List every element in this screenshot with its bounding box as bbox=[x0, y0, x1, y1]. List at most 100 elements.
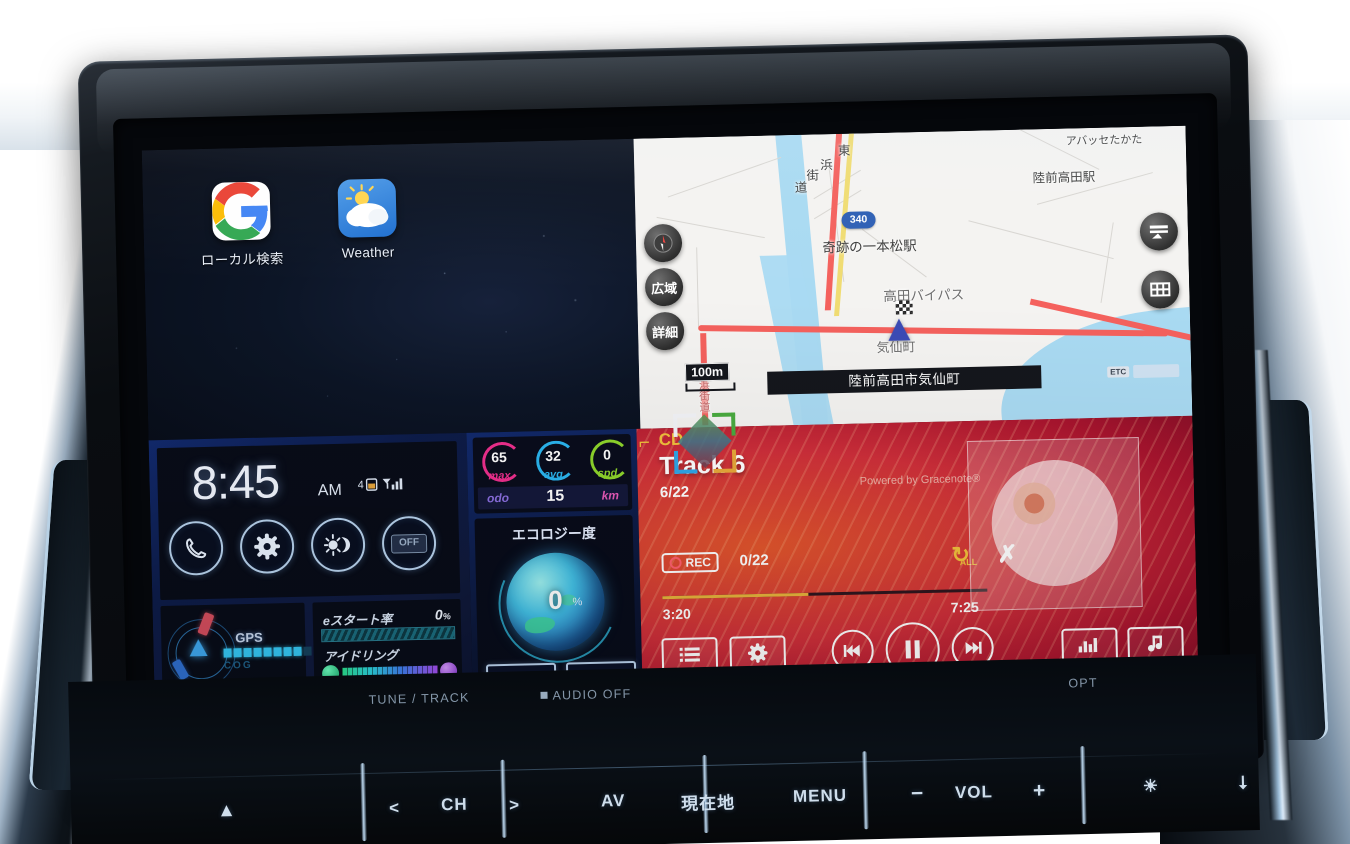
eco-start-unit: % bbox=[442, 611, 451, 622]
status-icons: 4 bbox=[357, 475, 403, 492]
audio-off-label[interactable]: AUDIO OFF bbox=[540, 687, 632, 703]
eco-start-value: 0% bbox=[435, 606, 451, 622]
ecology-value: 0 bbox=[547, 584, 564, 615]
map-canvas[interactable]: 340 アバッセたかた 陸前高田駅 東 浜 街 道 奇跡の一本松駅 高田バイパス… bbox=[633, 125, 1193, 429]
clock-meridiem: AM bbox=[317, 481, 342, 500]
gear-icon bbox=[747, 643, 768, 663]
phone-button[interactable] bbox=[168, 520, 224, 576]
brightness-button[interactable]: ☀ bbox=[1143, 776, 1160, 796]
eject-button[interactable]: ▲ bbox=[217, 800, 237, 822]
route-number-badge: 340 bbox=[841, 211, 876, 229]
settings-button[interactable] bbox=[239, 518, 295, 575]
pause-icon bbox=[905, 640, 920, 659]
map-zoom-out-button[interactable]: 広域 bbox=[644, 267, 684, 307]
display-off-button[interactable]: OFF bbox=[381, 515, 437, 571]
map-label: 浜 bbox=[820, 158, 833, 173]
status-panel: 8:45 AM 4 OFF GPS COG eスタート率 0% アイドリング bbox=[148, 432, 473, 711]
disc-source-icon: ⌐ bbox=[638, 432, 651, 454]
av-button[interactable]: AV bbox=[601, 791, 626, 812]
next-icon bbox=[965, 641, 982, 655]
channel-next-button[interactable]: > bbox=[509, 795, 520, 815]
clock-card: 8:45 AM 4 OFF bbox=[156, 441, 461, 601]
gps-bar bbox=[273, 647, 282, 657]
map-zoom-in-button[interactable]: 詳細 bbox=[645, 311, 685, 351]
compass-icon[interactable] bbox=[643, 223, 683, 263]
channel-prev-button[interactable]: < bbox=[389, 798, 400, 818]
app-launcher-panel[interactable]: ローカル検索 Weather bbox=[141, 138, 641, 441]
gps-label: GPS bbox=[235, 629, 263, 646]
tune-track-label: TUNE / TRACK bbox=[368, 690, 470, 707]
weather-icon bbox=[337, 178, 397, 238]
gauge-avg: 32 avg bbox=[529, 438, 578, 485]
prev-icon bbox=[843, 644, 860, 657]
gps-bar bbox=[263, 647, 272, 657]
vehicle-position-marker bbox=[887, 318, 911, 341]
map-label: アバッセたかた bbox=[1065, 133, 1143, 148]
sun-moon-icon bbox=[323, 534, 351, 556]
gps-bar bbox=[233, 648, 242, 658]
gauge-max: 65 max bbox=[475, 440, 524, 487]
cursor-bracket-bottom-right bbox=[712, 449, 737, 474]
screenshot-root: ローカル検索 Weather 340 アバッセたかた 陸前高田駅 東 浜 街 道… bbox=[0, 0, 1350, 844]
idling-label: アイドリング bbox=[323, 648, 399, 665]
signal-bars-icon bbox=[382, 478, 403, 490]
gauge-value: 32 bbox=[545, 447, 562, 464]
rec-count: 0/22 bbox=[739, 551, 769, 570]
app-grid: ローカル検索 Weather bbox=[195, 178, 415, 269]
navigation-map-panel[interactable]: 340 アバッセたかた 陸前高田駅 東 浜 街 道 奇跡の一本松駅 高田バイパス… bbox=[633, 125, 1193, 429]
eco-meter-panel: 65 max 32 avg 0 spd odo 15 km エコロジー度 0 % bbox=[466, 428, 643, 703]
gauge-label: spd bbox=[597, 467, 618, 480]
music-note-icon bbox=[1147, 635, 1163, 652]
app-label: ローカル検索 bbox=[200, 251, 284, 269]
map-view-icon[interactable] bbox=[1139, 212, 1179, 251]
gps-cog-label: COG bbox=[223, 659, 253, 672]
app-weather[interactable]: Weather bbox=[320, 178, 414, 266]
volume-down-button[interactable]: − bbox=[911, 782, 925, 806]
gauge-row: 65 max 32 avg 0 spd bbox=[475, 437, 632, 487]
app-local-search[interactable]: ローカル検索 bbox=[195, 181, 289, 269]
map-minor-road bbox=[667, 156, 782, 198]
cursor-bracket-bottom-left bbox=[673, 450, 698, 474]
gps-bar bbox=[243, 647, 252, 658]
current-location-button[interactable]: 現在地 bbox=[681, 788, 736, 814]
svg-text:4: 4 bbox=[358, 479, 364, 491]
time-elapsed: 3:20 bbox=[662, 605, 692, 623]
volume-up-button[interactable]: + bbox=[1033, 779, 1047, 803]
day-night-button[interactable] bbox=[310, 517, 366, 573]
track-position: 6/22 bbox=[659, 483, 690, 502]
menu-grid-icon[interactable] bbox=[1140, 269, 1180, 309]
battery-icon: 4 bbox=[358, 478, 378, 491]
odometer-label: odo bbox=[486, 490, 510, 506]
mic-button[interactable]: ⭣ bbox=[1239, 772, 1249, 793]
opt-label: OPT bbox=[1068, 675, 1098, 691]
app-label: Weather bbox=[341, 244, 395, 261]
odometer-unit: km bbox=[601, 488, 620, 503]
gauge-spd: 0 spd bbox=[583, 437, 632, 484]
lcd-screen[interactable]: ローカル検索 Weather 340 アバッセたかた 陸前高田駅 東 浜 街 道… bbox=[141, 125, 1199, 711]
channel-button[interactable]: CH bbox=[441, 795, 468, 816]
gauge-value: 0 bbox=[602, 446, 612, 463]
map-minor-road bbox=[1100, 222, 1114, 303]
eco-start-bar bbox=[321, 626, 456, 643]
eco-start-label: eスタート率 bbox=[322, 612, 393, 629]
heading-arrow-icon bbox=[189, 638, 208, 657]
gauge-value: 65 bbox=[491, 448, 508, 466]
ecology-unit: % bbox=[572, 596, 583, 609]
gps-bar bbox=[283, 647, 292, 657]
trip-gauges-card: 65 max 32 avg 0 spd odo 15 km bbox=[472, 433, 633, 514]
cursor-bracket-top-left bbox=[673, 413, 697, 437]
rec-label: REC bbox=[685, 555, 712, 570]
cursor-bracket-top-right bbox=[712, 412, 736, 437]
list-icon bbox=[679, 647, 700, 662]
etc-info-tile bbox=[1133, 364, 1180, 379]
etc-badge: ETC bbox=[1107, 366, 1130, 378]
map-label: 陸前高田駅 bbox=[1032, 169, 1096, 186]
ecology-title: エコロジー度 bbox=[511, 524, 597, 543]
menu-button[interactable]: MENU bbox=[793, 786, 848, 807]
volume-label: VOL bbox=[954, 782, 994, 803]
gps-bar bbox=[253, 647, 262, 657]
gear-icon bbox=[254, 533, 281, 560]
map-scale-tick bbox=[685, 382, 736, 392]
gps-bar bbox=[293, 646, 302, 656]
ecology-card: エコロジー度 0 % 設定 履歴 bbox=[474, 514, 637, 695]
